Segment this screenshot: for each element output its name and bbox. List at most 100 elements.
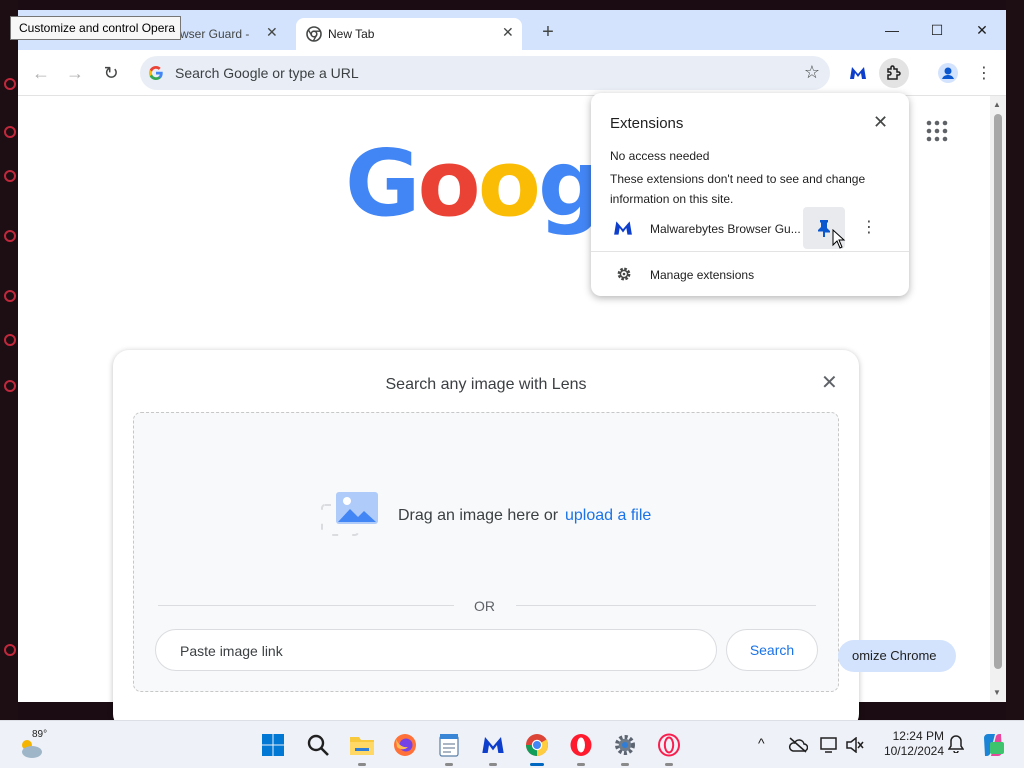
puzzle-icon — [887, 65, 901, 80]
image-icon — [321, 492, 378, 536]
running-indicator — [489, 763, 497, 766]
scrollbar[interactable]: ▲ ▼ — [990, 96, 1006, 702]
opera-icon — [570, 734, 592, 756]
running-indicator — [621, 763, 629, 766]
onedrive-cloud-icon[interactable] — [788, 737, 808, 753]
scroll-up-arrow[interactable]: ▲ — [993, 100, 1001, 109]
tab-close-button[interactable]: ✕ — [502, 24, 514, 41]
settings-button[interactable] — [609, 729, 641, 766]
toolbar: ← → ↻ Search Google or type a URL ☆ ⋮ — [18, 50, 1006, 96]
chrome-button[interactable] — [521, 729, 553, 766]
clock-time: 12:24 PM — [892, 729, 944, 743]
clock-date: 10/12/2024 — [883, 744, 944, 758]
opera-menu-tooltip: Customize and control Opera — [10, 16, 181, 40]
extensions-close-button[interactable]: ✕ — [873, 112, 888, 133]
desktop-edge — [1006, 0, 1024, 720]
pin-icon — [818, 220, 830, 237]
new-tab-button[interactable]: + — [536, 20, 560, 44]
image-drop-zone[interactable]: Drag an image here or upload a file OR P… — [133, 412, 839, 692]
copilot-icon[interactable] — [980, 732, 1006, 758]
close-window-button[interactable]: ✕ — [960, 18, 1004, 42]
opera-gx-icon — [658, 733, 680, 757]
maximize-button[interactable]: ☐ — [915, 18, 959, 42]
sidebar-icon[interactable] — [4, 230, 16, 242]
google-g-icon — [148, 66, 163, 80]
running-indicator — [665, 763, 673, 766]
malwarebytes-icon — [614, 221, 632, 235]
scroll-down-arrow[interactable]: ▼ — [993, 688, 1001, 697]
omnibox[interactable]: Search Google or type a URL ☆ — [140, 56, 830, 90]
notepad-button[interactable] — [433, 729, 465, 766]
notification-bell-icon[interactable] — [948, 735, 964, 753]
bookmark-star-icon[interactable]: ☆ — [804, 62, 820, 83]
paste-image-link-input[interactable]: Paste image link — [155, 629, 717, 671]
opera-gx-button[interactable] — [653, 729, 685, 766]
drag-image-text: Drag an image here or — [398, 507, 559, 524]
mouse-cursor-icon — [832, 229, 846, 249]
sidebar-icon[interactable] — [4, 380, 16, 392]
tab-new-tab[interactable]: New Tab ✕ — [296, 18, 522, 50]
sidebar-icon[interactable] — [4, 644, 16, 656]
forward-button[interactable]: → — [62, 60, 88, 86]
system-clock[interactable]: 12:24 PM 10/12/2024 — [872, 729, 944, 759]
profile-icon — [938, 63, 958, 83]
pin-extension-button[interactable] — [803, 207, 846, 249]
tab-title: wser Guard - — [180, 27, 250, 41]
firefox-icon — [394, 734, 416, 756]
running-indicator — [577, 763, 585, 766]
sidebar-icon[interactable] — [4, 290, 16, 302]
manage-extensions-label: Manage extensions — [650, 268, 755, 282]
lens-search-button[interactable]: Search — [726, 629, 818, 671]
show-hidden-icons-chevron-icon[interactable]: ^ — [758, 735, 765, 751]
tab-close-button[interactable]: ✕ — [266, 24, 278, 41]
start-button[interactable] — [257, 729, 289, 761]
scrollbar-thumb[interactable] — [994, 114, 1002, 669]
chrome-menu-button[interactable]: ⋮ — [969, 58, 999, 88]
opera-sidebar — [0, 0, 18, 720]
file-explorer-button[interactable] — [346, 729, 378, 766]
google-apps-icon[interactable] — [926, 120, 948, 142]
back-button[interactable]: ← — [28, 60, 54, 86]
lens-title: Search any image with Lens — [385, 376, 587, 393]
profile-button[interactable] — [933, 58, 963, 88]
google-logo-letter: G — [345, 130, 420, 237]
no-access-heading: No access needed — [610, 149, 710, 163]
gear-icon — [617, 267, 631, 281]
opera-button[interactable] — [565, 729, 597, 766]
google-logo-letter: o — [417, 130, 481, 237]
search-icon — [307, 734, 329, 756]
weather-widget[interactable]: 89° — [18, 729, 58, 761]
divider — [158, 605, 454, 606]
extension-name: Malwarebytes Browser Gu... — [650, 222, 801, 236]
malwarebytes-button[interactable] — [477, 729, 509, 766]
weather-temperature: 89° — [32, 729, 48, 740]
network-icon[interactable] — [820, 736, 840, 754]
sidebar-icon[interactable] — [4, 126, 16, 138]
chrome-icon — [306, 26, 322, 42]
settings-gear-icon — [615, 735, 635, 755]
lens-close-button[interactable]: ✕ — [821, 370, 838, 395]
or-label: OR — [474, 598, 495, 614]
volume-muted-icon[interactable] — [846, 737, 864, 753]
divider — [516, 605, 816, 606]
firefox-button[interactable] — [389, 729, 421, 761]
extension-item-malwarebytes[interactable]: Malwarebytes Browser Gu... ⋮ — [591, 207, 909, 249]
customize-chrome-button[interactable]: omize Chrome — [838, 640, 956, 672]
sidebar-icon[interactable] — [4, 170, 16, 182]
extension-more-icon[interactable]: ⋮ — [861, 217, 877, 237]
extensions-button[interactable] — [879, 58, 909, 88]
windows-taskbar: 89° ^ 12:24 PM 10/12/2024 — [0, 720, 1024, 768]
taskbar-search-button[interactable] — [302, 729, 334, 761]
sidebar-icon[interactable] — [4, 334, 16, 346]
minimize-button[interactable]: — — [870, 18, 914, 42]
google-logo-letter: o — [477, 130, 541, 237]
notepad-icon — [439, 734, 459, 757]
lens-dialog: Search any image with Lens ✕ Drag an ima… — [113, 350, 859, 730]
malwarebytes-extension-button[interactable] — [843, 58, 873, 88]
sidebar-icon[interactable] — [4, 78, 16, 90]
running-indicator — [358, 763, 366, 766]
reload-button[interactable]: ↻ — [98, 60, 124, 86]
manage-extensions-item[interactable]: Manage extensions — [591, 257, 909, 291]
upload-file-link[interactable]: upload a file — [565, 507, 651, 525]
chrome-icon — [526, 734, 548, 756]
